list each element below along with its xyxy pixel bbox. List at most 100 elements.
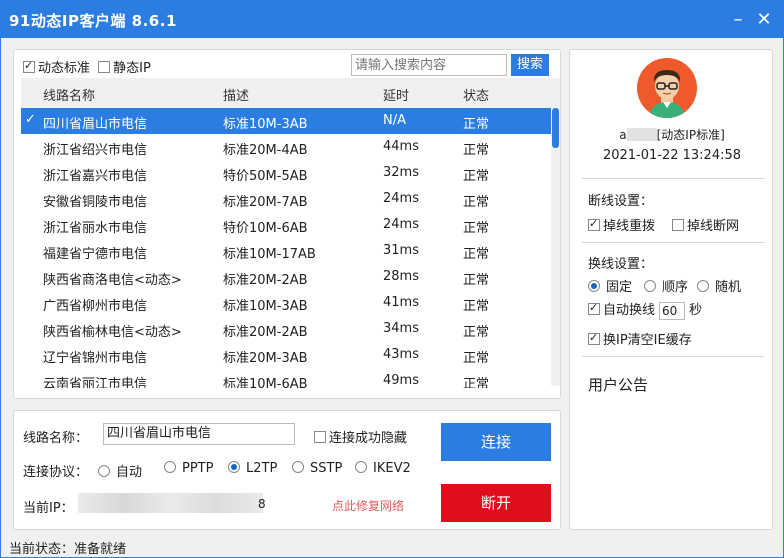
search-button[interactable]: 搜索 [511, 54, 549, 76]
minimize-button[interactable]: – [725, 7, 751, 33]
radio-icon[interactable] [164, 461, 176, 473]
checkbox-icon[interactable] [314, 431, 326, 443]
checkbox-icon[interactable] [588, 217, 600, 231]
table-row[interactable]: 福建省宁德市电信 标准10M-17AB 31ms 正常 [21, 238, 551, 264]
radio-icon[interactable] [292, 461, 304, 473]
route-status-cell: 正常 [463, 377, 490, 388]
route-status-cell: 正常 [463, 325, 490, 340]
route-name-cell: 浙江省绍兴市电信 [43, 143, 148, 158]
route-desc-cell: 标准10M-3AB [223, 117, 308, 132]
table-row[interactable]: ✓ 四川省眉山市电信 标准10M-3AB N/A 正常 [21, 108, 551, 134]
route-latency-cell: 34ms [383, 321, 419, 336]
route-status-cell: 正常 [463, 221, 490, 236]
expiry-datetime: 2021-01-22 13:24:58 [602, 148, 742, 163]
route-latency-cell: 44ms [383, 139, 419, 154]
route-name-cell: 陕西省榆林电信<动态> [43, 325, 182, 340]
checkbox-icon[interactable] [23, 59, 35, 73]
search-input[interactable] [351, 54, 507, 76]
radio-icon[interactable] [644, 280, 656, 292]
protocol-label: 连接协议： [23, 465, 89, 480]
protocol-pptp-radio[interactable]: PPTP [164, 461, 213, 476]
table-row[interactable]: 云南省丽江市电信 标准10M-6AB 49ms 正常 [21, 368, 551, 388]
route-desc-cell: 标准20M-2AB [223, 325, 308, 340]
table-row[interactable]: 陕西省榆林电信<动态> 标准20M-2AB 34ms 正常 [21, 316, 551, 342]
account-type: [动态IP标准] [656, 128, 725, 142]
route-name-label: 线路名称： [23, 431, 89, 446]
reconnect-on-drop-checkbox[interactable]: 掉线重拨 [588, 215, 655, 234]
user-info: a [动态IP标准] [570, 126, 774, 143]
disconnect-button[interactable]: 断开 [441, 484, 551, 522]
column-header-name[interactable]: 线路名称 [43, 85, 95, 104]
route-desc-cell: 标准20M-4AB [223, 143, 308, 158]
route-name-cell: 云南省丽江市电信 [43, 377, 148, 388]
table-row[interactable]: 浙江省丽水市电信 特价10M-6AB 24ms 正常 [21, 212, 551, 238]
table-row[interactable]: 辽宁省锦州市电信 标准20M-3AB 43ms 正常 [21, 342, 551, 368]
break-network-on-drop-checkbox[interactable]: 掉线断网 [672, 215, 739, 234]
current-ip-value-redacted [78, 493, 263, 513]
protocol-l2tp-radio[interactable]: L2TP [228, 461, 277, 476]
radio-icon[interactable] [228, 461, 240, 473]
hide-on-connect-checkbox[interactable]: 连接成功隐藏 [314, 427, 407, 446]
auto-switch-seconds-input[interactable]: 60 [659, 302, 686, 320]
scrollbar-thumb[interactable] [552, 108, 559, 148]
route-latency-cell: 24ms [383, 191, 419, 206]
route-latency-cell: N/A [383, 113, 406, 128]
table-scrollbar[interactable] [551, 78, 560, 386]
radio-icon[interactable] [588, 280, 600, 292]
clear-ie-cache-checkbox[interactable]: 换IP清空IE缓存 [588, 329, 692, 348]
title-bar[interactable]: 91动态IP客户端 8.6.1 – ✕ [1, 1, 783, 38]
checkbox-icon[interactable] [588, 301, 600, 315]
switch-random-radio[interactable]: 随机 [697, 276, 741, 295]
divider [582, 178, 764, 179]
checkbox-icon[interactable] [672, 219, 684, 231]
checkbox-icon[interactable] [588, 331, 600, 345]
switch-fixed-radio[interactable]: 固定 [588, 276, 632, 295]
auto-switch-checkbox[interactable]: 自动换线60秒 [588, 299, 702, 320]
divider [582, 356, 764, 357]
route-name-cell: 浙江省丽水市电信 [43, 221, 148, 236]
route-name-cell: 四川省眉山市电信 [43, 117, 148, 132]
route-desc-cell: 特价10M-6AB [223, 221, 308, 236]
app-window: 91动态IP客户端 8.6.1 – ✕ 动态标准 静态IP 搜索 线路名称 描述… [0, 0, 784, 558]
route-desc-cell: 标准20M-7AB [223, 195, 308, 210]
table-row[interactable]: 浙江省嘉兴市电信 特价50M-5AB 32ms 正常 [21, 160, 551, 186]
column-header-latency[interactable]: 延时 [383, 85, 409, 104]
connection-panel: 线路名称： 四川省眉山市电信 连接成功隐藏 连接协议： 自动 PPTP L2TP… [13, 410, 561, 530]
route-status-cell: 正常 [463, 351, 490, 366]
radio-icon[interactable] [98, 465, 110, 477]
table-row[interactable]: 浙江省绍兴市电信 标准20M-4AB 44ms 正常 [21, 134, 551, 160]
protocol-sstp-radio[interactable]: SSTP [292, 461, 342, 476]
username-prefix: a [619, 128, 627, 142]
current-ip-suffix: 8 [258, 497, 266, 511]
radio-icon[interactable] [355, 461, 367, 473]
checkbox-icon[interactable] [98, 61, 111, 73]
status-bar: 当前状态：准备就绪 [9, 542, 127, 557]
table-row[interactable]: 广西省柳州市电信 标准10M-3AB 41ms 正常 [21, 290, 551, 316]
switch-sequential-radio[interactable]: 顺序 [644, 276, 688, 295]
current-ip-label: 当前IP： [23, 501, 74, 516]
route-name-field[interactable]: 四川省眉山市电信 [103, 423, 295, 445]
dynamic-mode-checkbox[interactable]: 动态标准 [23, 59, 94, 76]
radio-icon[interactable] [697, 280, 709, 292]
connect-button[interactable]: 连接 [441, 423, 551, 461]
user-avatar-icon [637, 58, 697, 118]
table-row[interactable]: 安徽省铜陵市电信 标准20M-7AB 24ms 正常 [21, 186, 551, 212]
route-name-cell: 广西省柳州市电信 [43, 299, 148, 314]
protocol-auto-radio[interactable]: 自动 [98, 461, 142, 480]
repair-network-link[interactable]: 点此修复网络 [332, 497, 404, 514]
route-status-cell: 正常 [463, 143, 490, 158]
protocol-ikev2-radio[interactable]: IKEV2 [355, 461, 411, 476]
route-status-cell: 正常 [463, 117, 490, 132]
table-row[interactable]: 陕西省商洛电信<动态> 标准20M-2AB 28ms 正常 [21, 264, 551, 290]
route-latency-cell: 24ms [383, 217, 419, 232]
route-latency-cell: 28ms [383, 269, 419, 284]
seconds-unit: 秒 [689, 303, 703, 318]
close-button[interactable]: ✕ [751, 7, 777, 33]
static-mode-checkbox[interactable]: 静态IP [98, 61, 151, 76]
route-status-cell: 正常 [463, 247, 490, 262]
column-header-status[interactable]: 状态 [463, 85, 489, 104]
route-status-cell: 正常 [463, 195, 490, 210]
route-name-cell: 浙江省嘉兴市电信 [43, 169, 148, 184]
column-header-desc[interactable]: 描述 [223, 85, 249, 104]
route-latency-cell: 41ms [383, 295, 419, 310]
